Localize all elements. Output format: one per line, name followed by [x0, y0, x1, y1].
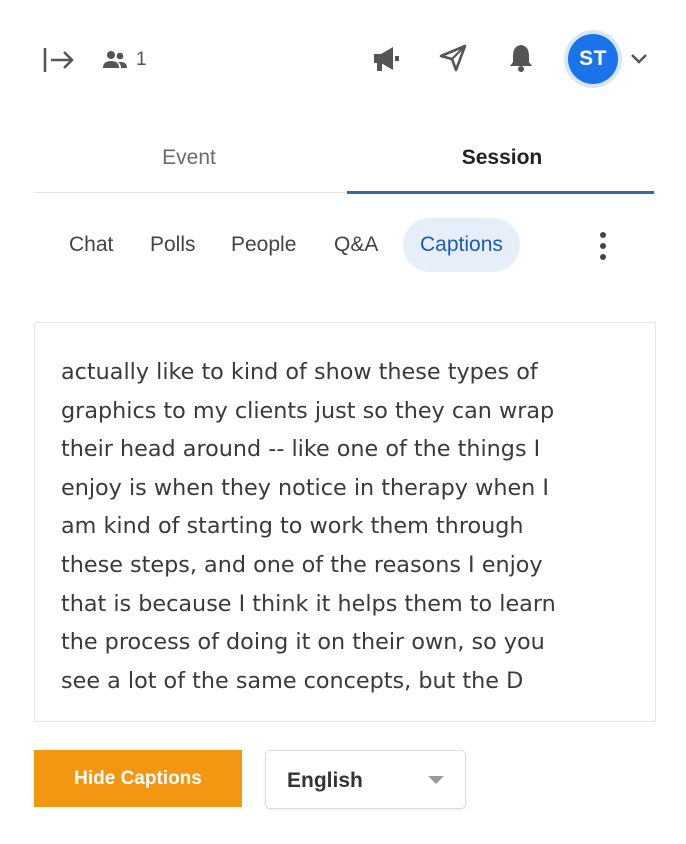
language-select[interactable]: English [265, 750, 466, 809]
bell-icon[interactable] [506, 42, 536, 74]
caption-line: actually like to kind of show these type… [61, 359, 538, 385]
megaphone-icon[interactable] [371, 44, 403, 74]
sub-tabs: Chat Polls People Q&A Captions [34, 218, 654, 274]
participants-count: 1 [136, 49, 147, 70]
captions-panel: actually like to kind of show these type… [34, 322, 656, 722]
tab-captions[interactable]: Captions [403, 218, 520, 272]
tab-people[interactable]: People [231, 218, 296, 272]
people-icon[interactable] [101, 50, 129, 70]
caption-line: these steps, and one of the reasons I en… [61, 551, 543, 578]
caption-line: that is because I think it helps them to… [61, 590, 556, 617]
main-tabs: Event Session [34, 125, 657, 194]
tab-qa[interactable]: Q&A [334, 218, 378, 272]
hide-captions-button[interactable]: Hide Captions [34, 750, 242, 807]
tab-chat[interactable]: Chat [69, 218, 113, 272]
active-tab-indicator [347, 191, 654, 194]
caption-line: am kind of starting to work them through [61, 513, 524, 540]
caption-line: enjoy is when they notice in therapy whe… [61, 474, 549, 501]
avatar-initials: ST [579, 47, 607, 70]
caption-line: graphics to my clients just so they can … [61, 397, 555, 424]
tab-session[interactable]: Session [347, 125, 657, 191]
caption-line: their head around -- like one of the thi… [61, 436, 541, 463]
language-value: English [287, 769, 363, 792]
tab-session-label: Session [461, 146, 543, 169]
tab-polls[interactable]: Polls [150, 218, 196, 272]
tab-event-label: Event [162, 146, 216, 169]
collapse-panel-icon[interactable] [42, 45, 76, 75]
top-bar: 1 ST [0, 0, 686, 120]
avatar[interactable]: ST [568, 34, 618, 84]
send-icon[interactable] [437, 42, 469, 74]
chevron-down-icon[interactable] [629, 52, 649, 66]
caption-line: see a lot of the same concepts, but the … [61, 667, 524, 694]
tab-event[interactable]: Event [34, 125, 344, 191]
captions-text: actually like to kind of show these type… [61, 353, 629, 700]
caret-down-icon [428, 776, 444, 784]
more-options-icon[interactable] [596, 232, 610, 262]
caption-line: the process of doing it on their own, so… [61, 629, 545, 656]
